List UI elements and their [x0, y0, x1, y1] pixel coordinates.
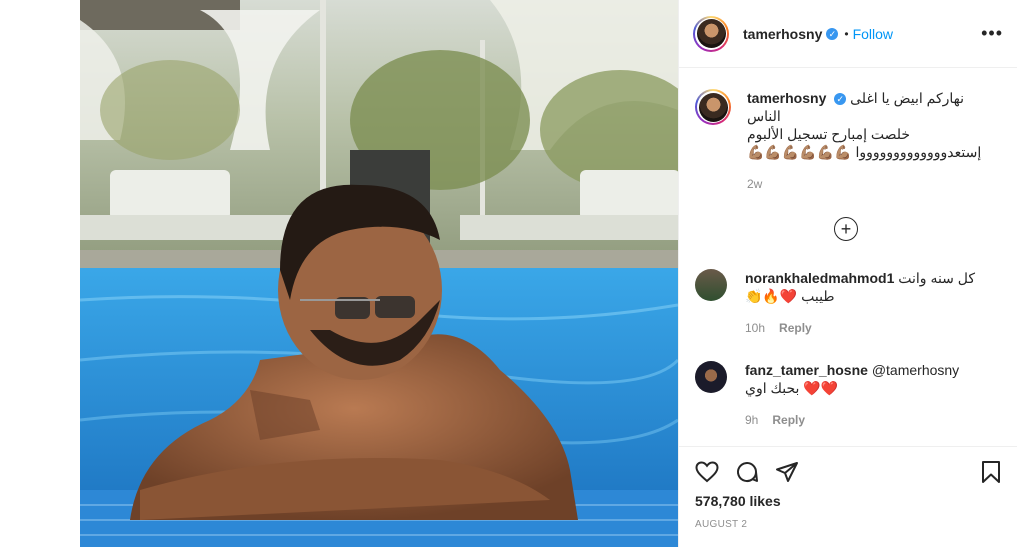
post-actions: 578,780 likes AUGUST 2 [679, 446, 1017, 547]
separator-dot: • [844, 26, 849, 41]
more-options-icon[interactable]: ••• [981, 23, 1003, 44]
reply-button[interactable]: Reply [779, 321, 812, 335]
post-date[interactable]: AUGUST 2 [695, 519, 1001, 530]
caption-timestamp[interactable]: 2w [747, 177, 762, 191]
author-avatar[interactable] [693, 15, 729, 52]
caption-item: tamerhosny ✓ نهاركم ابيض يا اغلى الناس خ… [679, 69, 1017, 193]
author-username[interactable]: tamerhosny [743, 26, 822, 42]
avatar-image [696, 19, 726, 48]
pool-photo-illustration [80, 0, 678, 547]
heart-icon[interactable] [695, 461, 719, 483]
commenter-avatar[interactable] [695, 361, 727, 393]
commenter-avatar[interactable] [695, 269, 727, 301]
likes-count[interactable]: 578,780 likes [695, 493, 1001, 509]
post-photo[interactable] [80, 0, 678, 547]
post-header: tamerhosny ✓ • Follow ••• [679, 0, 1017, 68]
verified-badge-icon: ✓ [834, 93, 847, 105]
share-icon[interactable] [775, 461, 799, 483]
comments-section[interactable]: tamerhosny ✓ نهاركم ابيض يا اغلى الناس خ… [679, 69, 1017, 445]
instagram-post-modal: tamerhosny ✓ • Follow ••• tamerhosny ✓ ن… [80, 0, 1017, 547]
comment-icon[interactable] [735, 460, 759, 484]
comment-username[interactable]: fanz_tamer_hosne [745, 362, 868, 378]
comment-timestamp[interactable]: 10h [745, 321, 765, 335]
comment-username[interactable]: norankhaledmahmod1 [745, 270, 894, 286]
plus-circle-icon[interactable]: + [834, 217, 858, 241]
comment-item: fanz_tamer_hosne @tamerhosny بحبك اوي ❤️… [679, 361, 1001, 429]
follow-button[interactable]: Follow [853, 26, 893, 42]
comment-timestamp[interactable]: 9h [745, 413, 758, 427]
verified-badge-icon: ✓ [826, 27, 839, 40]
reply-button[interactable]: Reply [772, 413, 805, 427]
post-sidebar: tamerhosny ✓ • Follow ••• tamerhosny ✓ ن… [678, 0, 1017, 547]
comment-item: norankhaledmahmod1 كل سنه وانت طيبب ❤️🔥👏… [679, 269, 1001, 337]
bookmark-icon[interactable] [981, 460, 1001, 484]
caption-author-avatar[interactable] [695, 89, 731, 125]
caption-username[interactable]: tamerhosny [747, 90, 826, 106]
